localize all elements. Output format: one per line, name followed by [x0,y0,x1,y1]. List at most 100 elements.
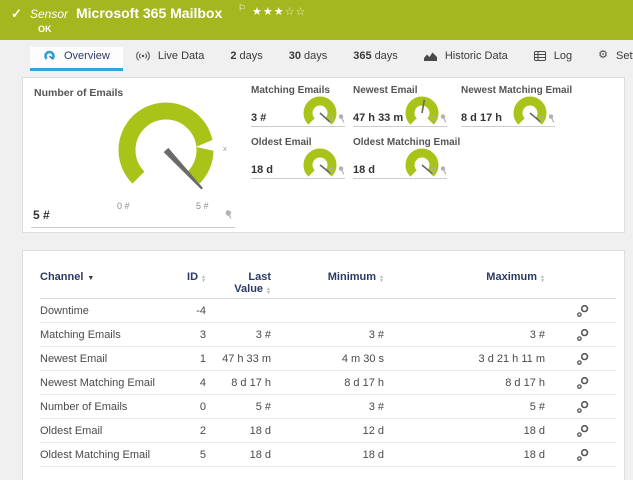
minimum-value: 12 d [362,424,384,437]
last-value: 18 d [249,448,271,461]
last-value: 3 # [255,328,271,341]
tab-label: Live Data [157,49,205,62]
tab-live-data[interactable]: Live Data [123,47,217,71]
table-row[interactable]: Matching Emails 3 3 # 3 # 3 # [40,323,616,347]
channel-id: 4 [199,376,206,389]
last-value: 47 h 33 m [222,352,271,365]
gauge-current-value: 3 # [251,112,267,124]
tab-overview[interactable]: Overview [30,47,123,71]
sort-icons: ▲ ▼ [266,286,271,296]
channel-id: -4 [196,304,206,317]
flag-icon[interactable]: ⚐ [238,3,246,14]
channel-id: 0 [199,400,206,413]
minimum-value: 18 d [362,448,384,461]
gauge-settings-gear-icon[interactable]: ⚙ [538,114,545,123]
minimum-value: 8 d 17 h [344,376,384,389]
tab-365-days[interactable]: 365 days [340,47,411,71]
last-value: 5 # [255,400,271,413]
gauge-scale-min: 0 # [117,201,130,211]
tab-label: Overview [64,49,110,62]
sensor-title: Microsoft 365 Mailbox [76,5,223,21]
pin-icon[interactable] [548,114,555,123]
channel-settings-gear-icon[interactable] [576,352,590,366]
sort-icons: ▲ ▼ [540,274,545,284]
priority-stars[interactable]: ★★★☆☆ [252,5,306,18]
minimum-value: 3 # [368,328,384,341]
table-row[interactable]: Newest Matching Email 4 8 d 17 h 8 d 17 … [40,371,616,395]
overview-gauges-panel: Number of Emails x 0 # 5 # 5 # ⚙ Matchin… [22,77,625,233]
table-row[interactable]: Newest Email 1 47 h 33 m 4 m 30 s 3 d 21… [40,347,616,371]
status-ok-check-icon: ✓ [11,6,22,21]
pin-icon[interactable] [338,114,345,123]
area-chart-icon [423,52,437,61]
mini-gauge [303,148,337,177]
gauge-settings-gear-icon[interactable]: ⚙ [328,114,335,123]
table-row[interactable]: Oldest Matching Email 5 18 d 18 d 18 d [40,443,616,467]
tab-label: days [239,49,263,62]
sensor-type-label: Sensor [30,7,69,21]
log-table-icon [533,50,546,61]
gauge-current-value: 5 # [33,208,50,222]
tab-2-days[interactable]: 2 days [217,47,275,71]
channel-settings-gear-icon[interactable] [576,448,590,462]
column-header-id[interactable]: ID ▲ ▼ [168,271,206,284]
table-row[interactable]: Downtime -4 [40,299,616,323]
mini-gauge [405,148,439,177]
column-header-maximum[interactable]: Maximum ▲ ▼ [384,271,545,284]
channel-table-panel: Channel ▼ ID ▲ ▼ Last Value ▲ ▼ Minimum ▲ ▼ Max… [22,250,625,480]
channel-name[interactable]: Downtime [40,305,168,317]
table-row[interactable]: Oldest Email 2 18 d 12 d 18 d [40,419,616,443]
channel-name[interactable]: Newest Matching Email [40,377,168,389]
channel-settings-gear-icon[interactable] [576,328,590,342]
tab-historic-data[interactable]: Historic Data [411,47,521,71]
gauge-settings-gear-icon[interactable]: ⚙ [328,166,335,175]
table-row[interactable]: Number of Emails 0 5 # 3 # 5 # [40,395,616,419]
pin-icon[interactable] [225,210,232,219]
mini-gauge [303,96,337,125]
last-value: 8 d 17 h [231,376,271,389]
channel-settings-gear-icon[interactable] [576,376,590,390]
tab-log[interactable]: Log [521,47,585,71]
channel-name[interactable]: Number of Emails [40,401,168,413]
channel-name[interactable]: Oldest Email [40,425,168,437]
tab-30-days[interactable]: 30 days [276,47,341,71]
channel-name[interactable]: Matching Emails [40,329,168,341]
gauge-cell-newest-matching-email: Newest Matching Email 8 d 17 h ⚙ [461,85,572,127]
column-header-last-value[interactable]: Last Value ▲ ▼ [206,271,271,296]
tab-label: days [374,49,398,62]
channel-settings-gear-icon[interactable] [576,400,590,414]
gauge-cell-oldest-email: Oldest Email 18 d ⚙ [251,137,345,179]
sort-desc-icon: ▼ [87,275,95,282]
gauge-settings-gear-icon[interactable]: ⚙ [430,166,437,175]
stars-empty[interactable]: ☆☆ [285,6,307,18]
maximum-value: 8 d 17 h [505,376,545,389]
gauge-cell-number-of-emails: Number of Emails x 0 # 5 # 5 # ⚙ [31,82,235,228]
maximum-value: 18 d [523,448,545,461]
channel-name[interactable]: Newest Email [40,353,168,365]
stars-filled[interactable]: ★★★ [252,6,285,18]
table-header-row: Channel ▼ ID ▲ ▼ Last Value ▲ ▼ Minimum ▲ ▼ Max… [40,265,616,299]
pin-icon[interactable] [338,166,345,175]
pin-icon[interactable] [440,114,447,123]
tab-bar: Overview Live Data 2 days 30 days 365 days … [0,40,633,71]
gauge-current-value: 18 d [353,164,376,176]
pin-icon[interactable] [440,166,447,175]
gear-icon: ⚙ [598,49,609,61]
gauge-current-value: 47 h 33 m [353,112,404,124]
gauge-scale-max: 5 # [196,201,209,211]
tab-settings[interactable]: ⚙ Settings [585,47,633,71]
main-gauge: x [118,102,227,190]
maximum-value: 5 # [529,400,545,413]
column-header-minimum[interactable]: Minimum ▲ ▼ [271,271,384,284]
channel-settings-gear-icon[interactable] [576,424,590,438]
maximum-value: 3 d 21 h 11 m [478,352,545,365]
gauge-current-value: 8 d 17 h [461,112,502,124]
tab-label: days [303,49,328,62]
gauge-settings-gear-icon[interactable]: ⚙ [430,114,437,123]
column-header-channel[interactable]: Channel ▼ [40,271,168,283]
sensor-header: ✓ Sensor Microsoft 365 Mailbox ⚐ ★★★☆☆ O… [0,0,633,40]
channel-settings-gear-icon[interactable] [576,304,590,318]
minimum-value: 4 m 30 s [341,352,384,365]
channel-name[interactable]: Oldest Matching Email [40,449,168,461]
gauge-cell-matching-emails: Matching Emails 3 # ⚙ [251,85,345,127]
